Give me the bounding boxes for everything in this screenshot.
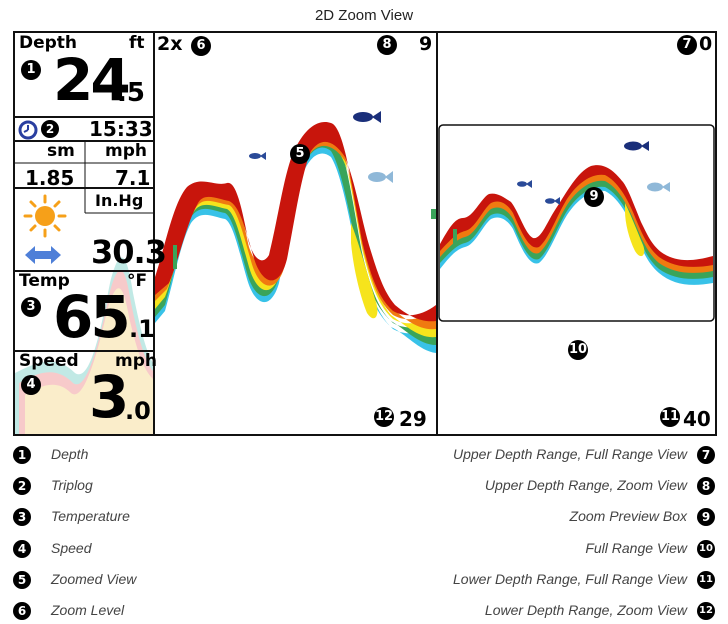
- legend-item: Lower Depth Range, Zoom View 12: [380, 602, 715, 624]
- temp-value-int: 65: [53, 283, 131, 351]
- legend-item: Zoom Preview Box 9: [380, 508, 715, 530]
- callout-9: 9: [584, 187, 604, 207]
- legend-item: 4 Speed: [13, 540, 313, 562]
- callout-12: 12: [374, 407, 394, 427]
- legend-number: 1: [13, 446, 31, 464]
- zoom-upper-depth: 9: [419, 33, 433, 55]
- legend-item: 1 Depth: [13, 446, 313, 468]
- legend-number: 11: [697, 571, 715, 589]
- legend-text: Zoom Level: [51, 602, 125, 618]
- legend-item: Upper Depth Range, Zoom View 8: [380, 477, 715, 499]
- callout-3: 3: [21, 297, 41, 317]
- callout-2: 2: [41, 120, 59, 138]
- callout-4: 4: [21, 375, 41, 395]
- legend-item: 6 Zoom Level: [13, 602, 313, 624]
- sonar-display: Depth ft 1 24 .5 2 15:33 sm mph 1.85 7.1…: [13, 31, 717, 436]
- callout-8: 8: [377, 35, 397, 55]
- fish-small-full-b: [545, 197, 560, 205]
- page-title: 2D Zoom View: [314, 7, 414, 24]
- speed-value-dec: .0: [125, 397, 151, 425]
- temp-value-dec: .1: [129, 315, 155, 343]
- clock-icon: [18, 120, 38, 140]
- zoom-lower-depth: 29: [399, 407, 427, 431]
- legend-number: 12: [697, 602, 715, 620]
- callout-11: 11: [660, 407, 680, 427]
- speed-value-int: 3: [89, 363, 130, 431]
- callout-5: 5: [290, 144, 310, 164]
- legend-number: 9: [697, 508, 715, 526]
- legend-text: Full Range View: [585, 540, 687, 556]
- full-lower-depth: 40: [683, 407, 711, 431]
- speed-label: Speed: [19, 351, 79, 371]
- fish-light-zoom: [368, 171, 393, 183]
- legend-number: 7: [697, 446, 715, 464]
- legend-text: Triplog: [51, 477, 93, 493]
- legend-number: 3: [13, 508, 31, 526]
- pressure-unit: In.Hg: [95, 191, 144, 210]
- legend-number: 8: [697, 477, 715, 495]
- steady-arrow-icon: [25, 246, 61, 264]
- legend-number: 10: [697, 540, 715, 558]
- full-green-spike: [453, 229, 457, 245]
- sun-icon: [23, 194, 67, 238]
- full-upper-depth: 0: [699, 33, 713, 55]
- legend-number: 6: [13, 602, 31, 620]
- legend-item: Lower Depth Range, Full Range View 11: [380, 571, 715, 593]
- pressure-value: 30.3: [91, 233, 167, 271]
- legend-item: 2 Triplog: [13, 477, 313, 499]
- triplog-unit-mph: mph: [105, 141, 147, 161]
- triplog-distance: 1.85: [25, 166, 75, 190]
- legend-text: Lower Depth Range, Zoom View: [484, 602, 687, 618]
- callout-1: 1: [21, 60, 41, 80]
- depth-value-dec: .5: [117, 78, 145, 108]
- legend-text: Upper Depth Range, Zoom View: [484, 477, 687, 493]
- legend-text: Upper Depth Range, Full Range View: [453, 446, 687, 462]
- legend-text: Zoomed View: [51, 571, 137, 587]
- callout-10: 10: [568, 340, 588, 360]
- fish-light-full: [647, 182, 670, 192]
- legend-text: Speed: [51, 540, 92, 556]
- legend-item: Upper Depth Range, Full Range View 7: [380, 446, 715, 468]
- legend-item: 5 Zoomed View: [13, 571, 313, 593]
- fish-small-zoom: [249, 152, 266, 160]
- zoom-green-spike: [173, 245, 177, 269]
- legend-text: Lower Depth Range, Full Range View: [453, 571, 687, 587]
- legend-text: Zoom Preview Box: [569, 508, 687, 524]
- callout-6: 6: [191, 36, 211, 56]
- zoom-edge-mark: [431, 209, 436, 219]
- triplog-unit-sm: sm: [47, 141, 75, 161]
- triplog-speed: 7.1: [115, 166, 151, 190]
- legend-item: 3 Temperature: [13, 508, 313, 530]
- full-range-view: [440, 165, 713, 285]
- zoom-level: 2x: [157, 33, 183, 55]
- fish-large-full: [624, 141, 649, 151]
- temp-unit: °F: [127, 271, 148, 291]
- legend-number: 2: [13, 477, 31, 495]
- fish-small-full-a: [517, 180, 532, 188]
- legend-text: Depth: [51, 446, 89, 462]
- triplog-time: 15:33: [89, 117, 153, 141]
- legend-text: Temperature: [51, 508, 130, 524]
- fish-large-zoom: [353, 111, 381, 123]
- legend-number: 5: [13, 571, 31, 589]
- legend-item: Full Range View 10: [380, 540, 715, 562]
- depth-unit: ft: [129, 33, 145, 53]
- legend-number: 4: [13, 540, 31, 558]
- callout-7: 7: [677, 35, 697, 55]
